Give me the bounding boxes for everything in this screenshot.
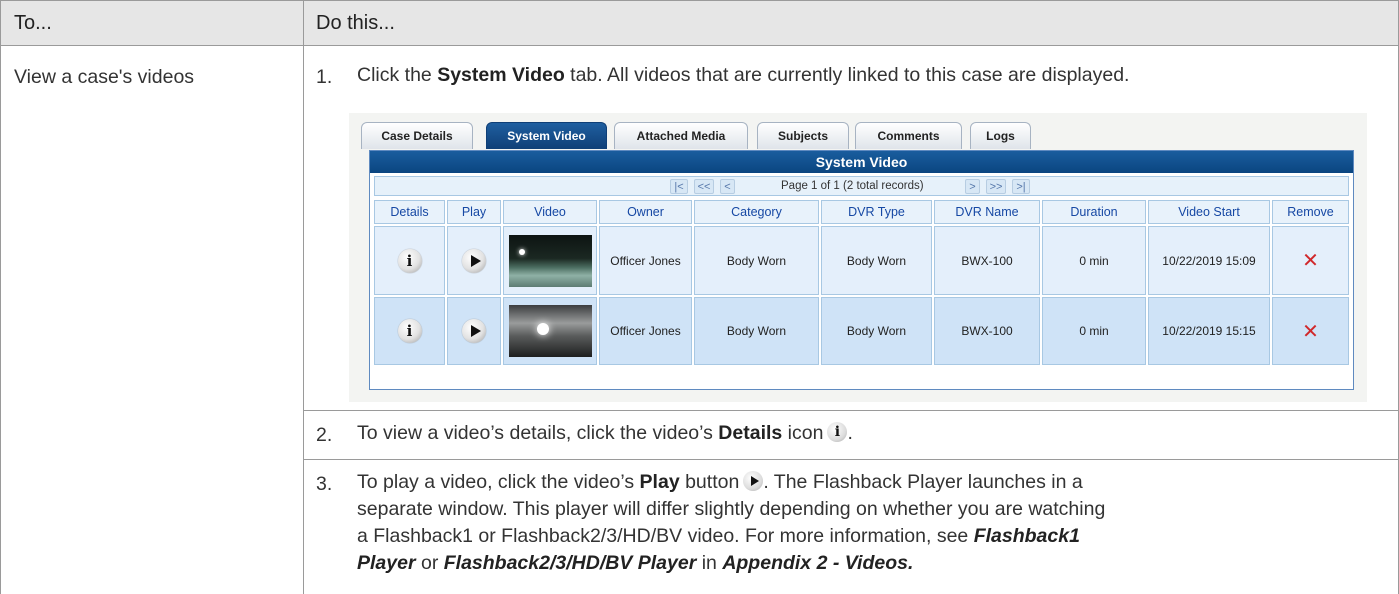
page-status: Page 1 of 1 (2 total records) xyxy=(781,180,924,192)
table-row-dvr-type: Body Worn xyxy=(821,226,932,295)
table-row-details: i xyxy=(374,226,445,295)
column-header-category[interactable]: Category xyxy=(694,200,819,224)
table-row-video xyxy=(503,226,597,295)
table-row-dvr-name: BWX-100 xyxy=(934,297,1040,365)
table-row-owner: Officer Jones xyxy=(599,226,692,295)
tab-attached-media[interactable]: Attached Media xyxy=(614,122,748,149)
appendix-2-link[interactable]: Appendix 2 - Videos. xyxy=(722,552,913,574)
info-icon[interactable]: i xyxy=(397,248,422,273)
tab-logs[interactable]: Logs xyxy=(970,122,1031,149)
system-video-tab-ref: System Video xyxy=(437,64,565,86)
table-row-video-start: 10/22/2019 15:15 xyxy=(1148,297,1270,365)
previous-page-button[interactable]: < xyxy=(720,179,735,194)
first-page-button[interactable]: |< xyxy=(670,179,688,194)
table-row-owner: Officer Jones xyxy=(599,297,692,365)
header-to: To... xyxy=(14,12,52,34)
column-header-play[interactable]: Play xyxy=(447,200,501,224)
tab-case-details[interactable]: Case Details xyxy=(361,122,473,149)
column-header-owner[interactable]: Owner xyxy=(599,200,692,224)
divider xyxy=(303,410,1399,411)
remove-icon[interactable]: ✕ xyxy=(1302,319,1319,344)
column-header-dvr-name[interactable]: DVR Name xyxy=(934,200,1040,224)
divider xyxy=(0,0,1,594)
step-number: 3. xyxy=(316,473,333,495)
flashback1-player-link[interactable]: Flashback1 xyxy=(974,525,1080,547)
column-header-video[interactable]: Video xyxy=(503,200,597,224)
table-row-duration: 0 min xyxy=(1042,226,1146,295)
play-icon[interactable] xyxy=(462,248,486,273)
info-icon xyxy=(827,422,848,442)
table-row-play xyxy=(447,297,501,365)
tab-comments[interactable]: Comments xyxy=(855,122,962,149)
column-header-dvr-type[interactable]: DVR Type xyxy=(821,200,932,224)
grid-title: System Video xyxy=(370,151,1353,173)
flashback1-player-link[interactable]: Player xyxy=(357,552,416,574)
divider xyxy=(303,459,1399,460)
column-header-duration[interactable]: Duration xyxy=(1042,200,1146,224)
table-row-details: i xyxy=(374,297,445,365)
table-row-category: Body Worn xyxy=(694,297,819,365)
column-header-remove[interactable]: Remove xyxy=(1272,200,1349,224)
previous-pages-button[interactable]: << xyxy=(694,179,714,194)
table-row-play xyxy=(447,226,501,295)
play-ref: Play xyxy=(639,471,680,493)
step-1-text: Click the System Video tab. All videos t… xyxy=(357,64,1130,86)
tab-subjects[interactable]: Subjects xyxy=(757,122,849,149)
play-icon[interactable] xyxy=(462,319,486,343)
video-thumbnail[interactable] xyxy=(508,305,592,357)
table-row-remove: ✕ xyxy=(1272,297,1349,365)
header-do-this: Do this... xyxy=(316,12,395,34)
system-video-grid: System Video |< << < Page 1 of 1 (2 tota… xyxy=(369,150,1354,390)
table-row-remove: ✕ xyxy=(1272,226,1349,295)
step-2-text: To view a video’s details, click the vid… xyxy=(357,420,853,447)
table-header: To... Do this... xyxy=(0,0,1399,46)
details-ref: Details xyxy=(718,422,783,444)
video-thumbnail[interactable] xyxy=(508,234,592,287)
step-3-text: To play a video, click the video’s Play … xyxy=(357,471,1106,574)
divider xyxy=(303,0,304,594)
step-number: 2. xyxy=(316,424,333,446)
table-row-duration: 0 min xyxy=(1042,297,1146,365)
remove-icon[interactable]: ✕ xyxy=(1302,248,1319,273)
next-pages-button[interactable]: >> xyxy=(986,179,1006,194)
embedded-screenshot: Case Details System Video Attached Media… xyxy=(349,113,1367,402)
last-page-button[interactable]: >| xyxy=(1012,179,1030,194)
info-icon[interactable]: i xyxy=(397,319,422,343)
table-row-video-start: 10/22/2019 15:09 xyxy=(1148,226,1270,295)
step-number: 1. xyxy=(316,66,333,88)
task-label: View a case's videos xyxy=(14,66,195,88)
play-icon xyxy=(743,471,764,491)
table-row-dvr-type: Body Worn xyxy=(821,297,932,365)
column-header-video-start[interactable]: Video Start xyxy=(1148,200,1270,224)
table-row-category: Body Worn xyxy=(694,226,819,295)
tab-system-video[interactable]: System Video xyxy=(486,122,607,149)
next-page-button[interactable]: > xyxy=(965,179,980,194)
table-row-video xyxy=(503,297,597,365)
flashback2-player-link[interactable]: Flashback2/3/HD/BV Player xyxy=(444,552,697,574)
pager: |< << < Page 1 of 1 (2 total records) > … xyxy=(374,176,1349,196)
documentation-table: To... Do this... View a case's videos 1.… xyxy=(0,0,1399,594)
table-row-dvr-name: BWX-100 xyxy=(934,226,1040,295)
column-header-details[interactable]: Details xyxy=(374,200,445,224)
